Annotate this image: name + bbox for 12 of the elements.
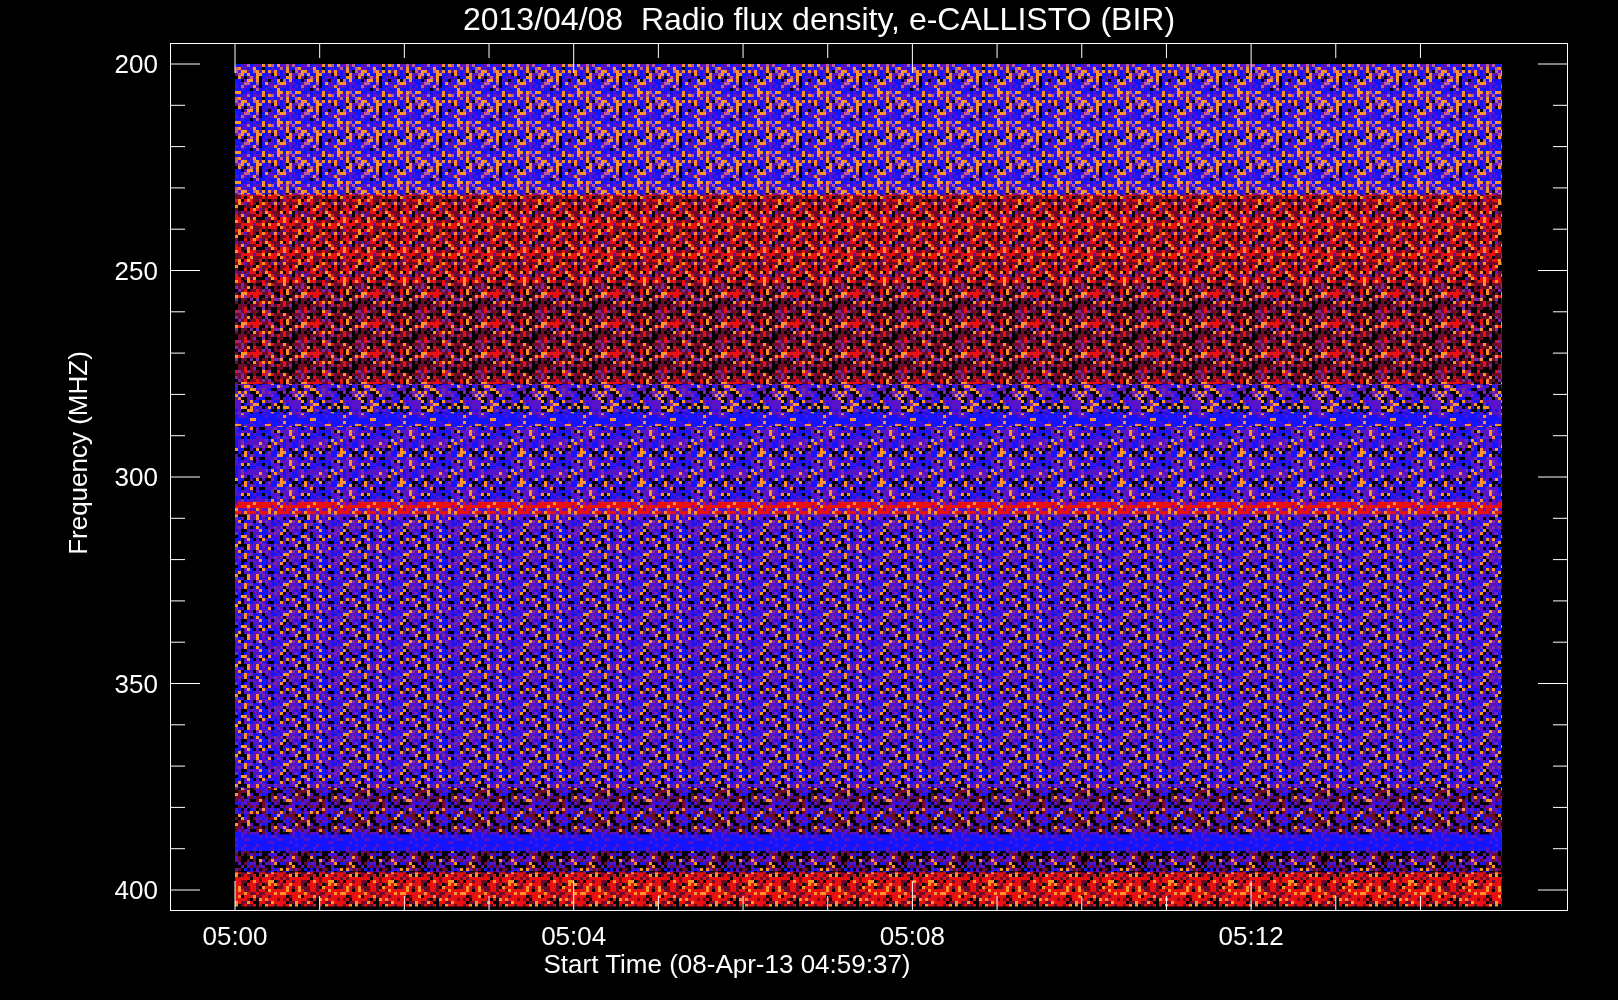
y-tick-label: 200 [114, 51, 158, 77]
y-axis-label: Frequency (MHZ) [62, 351, 94, 555]
x-tick-label: 05:12 [1218, 923, 1284, 949]
y-tick-label: 400 [114, 877, 158, 903]
chart-title: 2013/04/08 Radio flux density, e-CALLISTO (BIR) [462, 0, 1176, 38]
y-tick-label: 350 [114, 670, 158, 697]
x-tick-label: 05:00 [202, 923, 268, 949]
x-tick-label: 05:04 [541, 923, 607, 949]
y-tick-label: 300 [114, 464, 158, 490]
x-axis-label: Start Time (08-Apr-13 04:59:37) [543, 951, 911, 977]
y-tick-label: 250 [114, 257, 158, 284]
x-tick-label: 05:08 [879, 923, 945, 949]
